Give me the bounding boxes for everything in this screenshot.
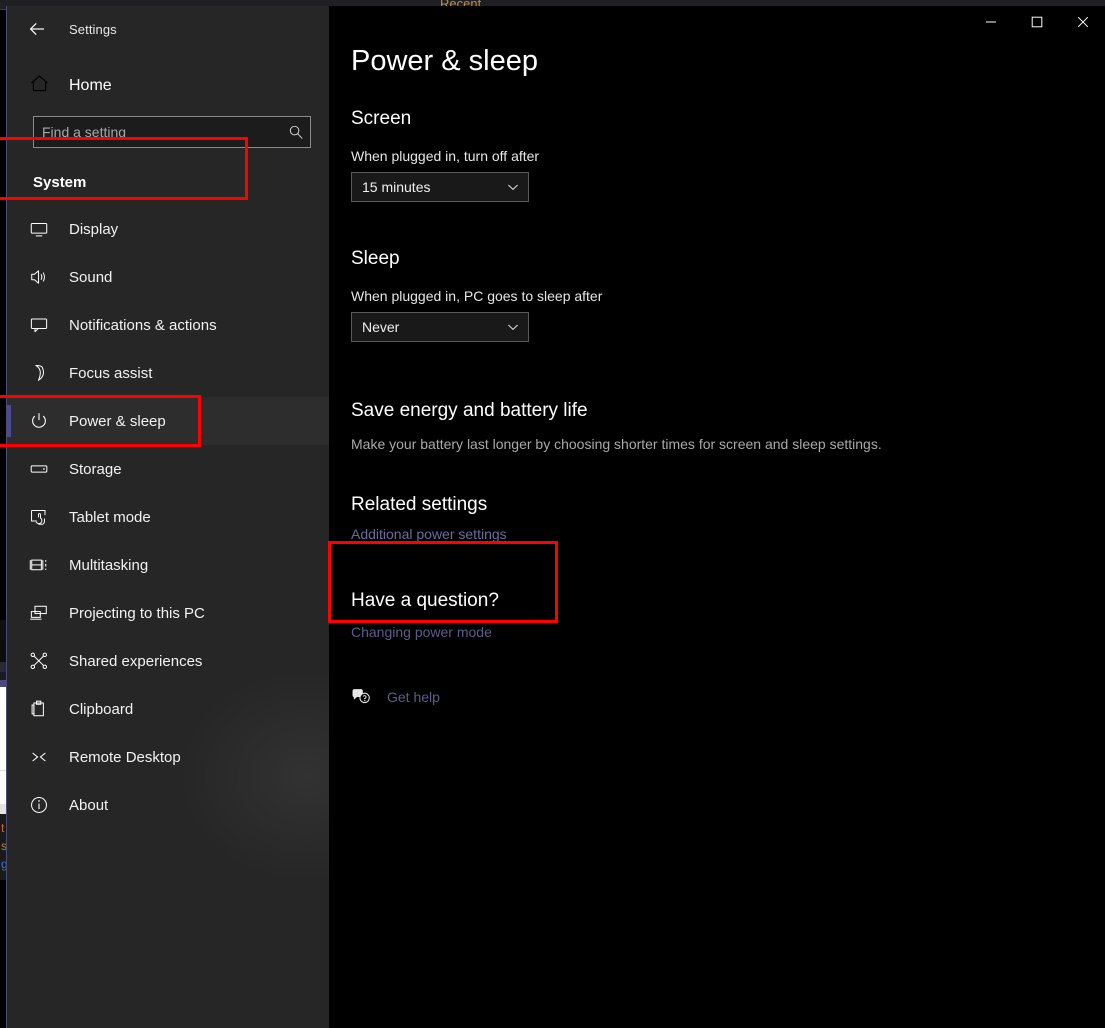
page-title: Power & sleep xyxy=(351,45,538,77)
sidebar-item-display[interactable]: Display xyxy=(7,205,329,253)
home-icon xyxy=(29,73,59,99)
clipboard-icon xyxy=(29,699,61,719)
maximize-icon xyxy=(1031,16,1043,28)
multitasking-icon xyxy=(29,555,61,575)
have-a-question-heading: Have a question? xyxy=(351,589,499,611)
screen-section-heading: Screen xyxy=(351,107,412,129)
sidebar-item-tablet-mode[interactable]: Tablet mode xyxy=(7,493,329,541)
back-button[interactable] xyxy=(15,12,59,46)
share-nodes-icon xyxy=(29,651,61,671)
sidebar-item-label: Tablet mode xyxy=(69,508,151,526)
sidebar-item-label: Sound xyxy=(69,268,113,286)
navigation-pane: Settings Home System xyxy=(7,6,329,1028)
sleep-section-heading: Sleep xyxy=(351,247,400,269)
sidebar-item-label: Notifications & actions xyxy=(69,316,217,334)
save-energy-description: Make your battery last longer by choosin… xyxy=(351,435,882,452)
close-icon xyxy=(1077,16,1089,28)
sidebar-item-clipboard[interactable]: Clipboard xyxy=(7,685,329,733)
sidebar-item-sound[interactable]: Sound xyxy=(7,253,329,301)
sidebar-item-label: About xyxy=(69,796,109,814)
get-help-row[interactable]: Get help xyxy=(351,688,1105,706)
window-titlebar[interactable]: Settings xyxy=(7,6,329,52)
sidebar-item-remote-desktop[interactable]: Remote Desktop xyxy=(7,733,329,781)
maximize-button[interactable] xyxy=(1014,6,1060,38)
back-arrow-icon xyxy=(29,22,44,36)
window-caption-buttons xyxy=(968,6,1105,38)
sidebar-item-notifications[interactable]: Notifications & actions xyxy=(7,301,329,349)
settings-window: Settings Home System xyxy=(6,6,1105,1028)
search-box[interactable] xyxy=(33,116,311,148)
sidebar-item-label: Projecting to this PC xyxy=(69,604,205,622)
sidebar-item-label: Multitasking xyxy=(69,556,149,574)
sidebar-item-multitasking[interactable]: Multitasking xyxy=(7,541,329,589)
screen-turnoff-label: When plugged in, turn off after xyxy=(351,147,540,164)
sidebar-item-storage[interactable]: Storage xyxy=(7,445,329,493)
sidebar-item-label: Remote Desktop xyxy=(69,748,181,766)
sidebar-item-home[interactable]: Home xyxy=(7,66,329,106)
projecting-icon xyxy=(29,603,61,623)
content-pane: Power & sleep Screen When plugged in, tu… xyxy=(329,6,1105,1028)
chevron-down-icon xyxy=(506,320,520,334)
changing-power-mode-link[interactable]: Changing power mode xyxy=(351,624,492,640)
window-title: Settings xyxy=(69,21,117,37)
sidebar-item-about[interactable]: About xyxy=(7,781,329,829)
drive-icon xyxy=(29,459,61,479)
help-bubble-icon xyxy=(351,688,377,706)
sidebar-item-label: Focus assist xyxy=(69,364,153,382)
sidebar-item-label: Power & sleep xyxy=(69,412,166,430)
additional-power-settings-link[interactable]: Additional power settings xyxy=(351,526,507,542)
tablet-hand-icon xyxy=(29,507,61,527)
moon-icon xyxy=(29,363,61,383)
get-help-label[interactable]: Get help xyxy=(387,689,440,705)
sidebar-item-projecting[interactable]: Projecting to this PC xyxy=(7,589,329,637)
sleep-after-value: Never xyxy=(362,318,400,335)
screen-turnoff-value: 15 minutes xyxy=(362,178,431,195)
sidebar-item-focus-assist[interactable]: Focus assist xyxy=(7,349,329,397)
sidebar-item-shared-experiences[interactable]: Shared experiences xyxy=(7,637,329,685)
sleep-after-label: When plugged in, PC goes to sleep after xyxy=(351,287,603,304)
chat-bubble-icon xyxy=(29,315,61,335)
screen-turnoff-dropdown[interactable]: 15 minutes xyxy=(351,171,529,202)
sidebar-item-label: Clipboard xyxy=(69,700,134,718)
search-input[interactable] xyxy=(34,124,282,140)
related-settings-heading: Related settings xyxy=(351,493,488,515)
sidebar-item-power-sleep[interactable]: Power & sleep xyxy=(7,397,329,445)
info-icon xyxy=(29,795,61,815)
sidebar-item-label: Shared experiences xyxy=(69,652,203,670)
sidebar-item-home-label: Home xyxy=(69,77,112,94)
sleep-after-dropdown[interactable]: Never xyxy=(351,311,529,342)
chevron-down-icon xyxy=(506,180,520,194)
search-icon[interactable] xyxy=(282,118,310,146)
power-icon xyxy=(29,411,61,431)
remote-desktop-icon xyxy=(29,747,61,767)
sidebar-category-heading: System xyxy=(33,174,87,191)
minimize-icon xyxy=(986,21,996,23)
save-energy-heading: Save energy and battery life xyxy=(351,399,588,421)
sidebar-nav-list: Display Sound Notifications & actions Fo… xyxy=(7,205,329,829)
speaker-icon xyxy=(29,267,61,287)
close-button[interactable] xyxy=(1060,6,1105,38)
monitor-icon xyxy=(29,219,61,239)
minimize-button[interactable] xyxy=(968,6,1014,38)
related-settings-block: Related settings Additional power settin… xyxy=(351,494,1105,544)
sidebar-item-label: Display xyxy=(69,220,119,238)
sidebar-item-label: Storage xyxy=(69,460,122,478)
sliver-text: t xyxy=(1,821,5,835)
